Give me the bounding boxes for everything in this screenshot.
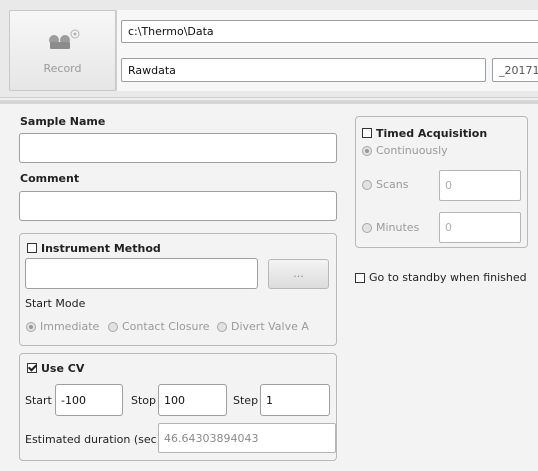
start-mode-contact-closure-label: Contact Closure bbox=[122, 320, 210, 333]
minutes-radio[interactable] bbox=[362, 222, 372, 233]
data-path-input[interactable]: c:\Thermo\Data bbox=[121, 20, 538, 43]
standby-option[interactable]: Go to standby when finished bbox=[355, 271, 527, 284]
sample-name-input[interactable] bbox=[19, 133, 337, 163]
timed-acquisition-checkbox[interactable] bbox=[362, 128, 372, 138]
start-mode-immediate-radio[interactable] bbox=[26, 321, 36, 332]
cv-step-input[interactable]: 1 bbox=[260, 384, 330, 416]
cv-start-input[interactable]: -100 bbox=[55, 384, 123, 416]
cv-stop-input[interactable]: 100 bbox=[158, 384, 227, 416]
use-cv-label: Use CV bbox=[41, 361, 85, 375]
minutes-option[interactable]: Minutes bbox=[362, 221, 419, 234]
timed-acquisition-toggle[interactable]: Timed Acquisition bbox=[362, 126, 487, 140]
instrument-method-checkbox[interactable] bbox=[27, 243, 37, 253]
timed-acquisition-label: Timed Acquisition bbox=[376, 126, 488, 140]
use-cv-toggle[interactable]: Use CV bbox=[27, 361, 84, 375]
comment-label: Comment bbox=[20, 172, 80, 185]
start-mode-contact-closure-radio[interactable] bbox=[108, 321, 118, 332]
scans-radio[interactable] bbox=[362, 179, 372, 190]
cv-step-label: Step bbox=[233, 394, 259, 407]
continuously-radio[interactable] bbox=[362, 145, 372, 156]
start-mode-divert-valve-label: Divert Valve A bbox=[231, 320, 309, 333]
start-mode-label: Start Mode bbox=[25, 297, 86, 310]
record-label: Record bbox=[43, 62, 82, 75]
instrument-method-input[interactable] bbox=[25, 258, 258, 289]
start-mode-divert-valve-radio[interactable] bbox=[217, 321, 227, 332]
scans-option[interactable]: Scans bbox=[362, 178, 408, 191]
start-mode-immediate-label: Immediate bbox=[40, 320, 100, 333]
start-mode-contact-closure[interactable]: Contact Closure bbox=[108, 320, 210, 333]
continuously-option[interactable]: Continuously bbox=[362, 144, 448, 157]
standby-checkbox[interactable] bbox=[355, 272, 365, 283]
record-button[interactable]: Record bbox=[9, 10, 116, 91]
file-suffix-field[interactable]: _20171 bbox=[492, 58, 538, 82]
sample-name-label: Sample Name bbox=[20, 115, 106, 128]
scans-input[interactable]: 0 bbox=[439, 170, 521, 201]
instrument-method-label: Instrument Method bbox=[41, 241, 161, 255]
estimated-duration-field: 46.64303894043 bbox=[158, 423, 336, 453]
minutes-label: Minutes bbox=[376, 221, 420, 234]
continuously-label: Continuously bbox=[376, 144, 448, 157]
camera-icon bbox=[49, 29, 80, 49]
scans-label: Scans bbox=[376, 178, 409, 191]
start-mode-immediate[interactable]: Immediate bbox=[26, 320, 99, 333]
instrument-method-toggle[interactable]: Instrument Method bbox=[27, 241, 161, 255]
comment-input[interactable] bbox=[19, 191, 337, 221]
cv-stop-label: Stop bbox=[131, 394, 157, 407]
file-name-input[interactable]: Rawdata bbox=[121, 58, 486, 82]
start-mode-divert-valve[interactable]: Divert Valve A bbox=[217, 320, 309, 333]
standby-label: Go to standby when finished bbox=[369, 271, 527, 284]
browse-method-button[interactable]: ... bbox=[268, 259, 329, 289]
use-cv-checkbox[interactable] bbox=[27, 363, 37, 373]
cv-start-label: Start bbox=[25, 394, 52, 407]
estimated-duration-label: Estimated duration (sec) bbox=[25, 433, 161, 446]
minutes-input[interactable]: 0 bbox=[439, 212, 521, 243]
